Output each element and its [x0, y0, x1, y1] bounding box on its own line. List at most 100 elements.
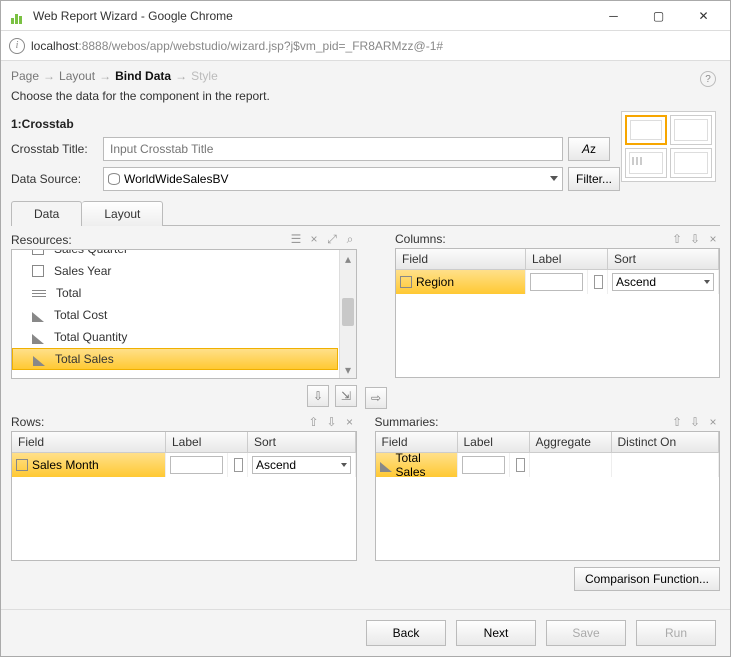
minimize-button[interactable]: ─	[591, 2, 636, 30]
scroll-down-icon[interactable]: ▾	[340, 361, 356, 378]
thumb-1[interactable]	[625, 115, 667, 145]
tabs: Data Layout	[11, 201, 720, 226]
resources-title: Resources:	[11, 233, 289, 247]
move-down-icon[interactable]: ⇩	[325, 415, 339, 429]
tree-collapse-icon[interactable]: ☰	[289, 232, 303, 247]
site-info-icon[interactable]: i	[9, 38, 25, 54]
table-row[interactable]: Region Ascend	[396, 270, 719, 294]
comparison-function-button[interactable]: Comparison Function...	[574, 567, 720, 591]
remove-icon[interactable]: ×	[343, 415, 357, 429]
app-icon	[11, 8, 27, 24]
tab-data[interactable]: Data	[11, 201, 82, 226]
instruction-text: Choose the data for the component in the…	[11, 89, 720, 103]
columns-title: Columns:	[395, 232, 670, 246]
col-label-header[interactable]: Label	[526, 249, 608, 270]
thumb-2[interactable]	[670, 115, 712, 145]
rows-grid: Field Label Sort Sales Month Ascend	[11, 431, 357, 561]
chevron-down-icon	[550, 176, 558, 181]
chevron-right-icon: →	[175, 69, 187, 83]
list-item[interactable]: Total Quantity	[54, 330, 127, 344]
row-label-header[interactable]: Label	[166, 432, 248, 453]
resources-list[interactable]: Sales Quarter Sales Year Total Total Cos…	[11, 249, 357, 379]
list-item[interactable]: Sales Year	[54, 264, 111, 278]
remove-icon[interactable]: ×	[307, 232, 321, 247]
sort-select[interactable]: Ascend	[612, 273, 714, 291]
summaries-grid: Field Label Aggregate Distinct On Total …	[375, 431, 721, 561]
label-input[interactable]	[170, 456, 223, 474]
filter-button[interactable]: Filter...	[568, 167, 620, 191]
url-host: localhost	[31, 39, 78, 53]
list-item[interactable]: Sales Quarter	[54, 249, 128, 256]
window-title: Web Report Wizard - Google Chrome	[33, 9, 591, 23]
sum-field-header[interactable]: Field	[376, 432, 458, 453]
sum-label-header[interactable]: Label	[458, 432, 530, 453]
font-button[interactable]: Az	[568, 137, 610, 161]
move-down-icon[interactable]: ⇩	[688, 415, 702, 429]
footer: Back Next Save Run	[1, 609, 730, 656]
tab-layout[interactable]: Layout	[82, 201, 163, 226]
maximize-button[interactable]: ▢	[636, 2, 681, 30]
table-row[interactable]: Total Sales	[376, 453, 720, 477]
label-input[interactable]	[530, 273, 583, 291]
run-button: Run	[636, 620, 716, 646]
columns-grid: Field Label Sort Region Ascend	[395, 248, 720, 378]
crosstab-title-input[interactable]	[103, 137, 563, 161]
thumb-4[interactable]	[670, 148, 712, 178]
scroll-up-icon[interactable]: ▴	[340, 250, 356, 267]
checkbox[interactable]	[594, 275, 603, 289]
table-row[interactable]: Sales Month Ascend	[12, 453, 356, 477]
move-up-icon[interactable]: ⇧	[307, 415, 321, 429]
sum-dist-header[interactable]: Distinct On	[612, 432, 720, 453]
content: ? Page → Layout → Bind Data → Style Choo…	[1, 61, 730, 609]
remove-icon[interactable]: ×	[706, 415, 720, 429]
move-down-icon[interactable]: ⇩	[688, 232, 702, 246]
data-source-label: Data Source:	[11, 172, 103, 186]
move-up-icon[interactable]: ⇧	[670, 232, 684, 246]
label-input[interactable]	[462, 456, 505, 474]
scroll-thumb[interactable]	[342, 298, 354, 326]
url-path: :8888/webos/app/webstudio/wizard.jsp?j$v…	[78, 39, 443, 53]
chevron-down-icon	[704, 280, 710, 284]
chevron-right-icon: →	[43, 69, 55, 83]
help-button[interactable]: ?	[700, 71, 716, 87]
move-down-button[interactable]: ⇩	[307, 385, 329, 407]
sort-select[interactable]: Ascend	[252, 456, 351, 474]
section-title: 1:Crosstab	[11, 117, 720, 131]
move-diag-button[interactable]: ⇲	[335, 385, 357, 407]
breadcrumb: Page → Layout → Bind Data → Style	[11, 69, 720, 83]
checkbox[interactable]	[516, 458, 525, 472]
search-icon[interactable]: ⌕	[343, 232, 357, 247]
cell-field: Sales Month	[32, 458, 99, 472]
col-field-header[interactable]: Field	[396, 249, 526, 270]
list-item[interactable]: Total Sales	[55, 352, 114, 366]
summaries-title: Summaries:	[375, 415, 671, 429]
chevron-right-icon: →	[99, 69, 111, 83]
col-sort-header[interactable]: Sort	[608, 249, 719, 270]
back-button[interactable]: Back	[366, 620, 446, 646]
expand-icon[interactable]: ⤢	[325, 232, 339, 247]
window: Web Report Wizard - Google Chrome ─ ▢ ✕ …	[0, 0, 731, 657]
transfer-arrows: ⇨	[365, 232, 387, 413]
move-up-icon[interactable]: ⇧	[670, 415, 684, 429]
rows-title: Rows:	[11, 415, 307, 429]
row-field-header[interactable]: Field	[12, 432, 166, 453]
move-right-button[interactable]: ⇨	[365, 387, 387, 409]
checkbox[interactable]	[234, 458, 243, 472]
thumb-3[interactable]	[625, 148, 667, 178]
cell-field: Total Sales	[396, 451, 453, 479]
next-button[interactable]: Next	[456, 620, 536, 646]
scrollbar[interactable]: ▴ ▾	[339, 250, 356, 378]
list-item[interactable]: Total	[56, 286, 81, 300]
crumb-page[interactable]: Page	[11, 69, 39, 83]
data-source-select[interactable]: WorldWideSalesBV	[103, 167, 563, 191]
row-sort-header[interactable]: Sort	[248, 432, 356, 453]
datasource-icon	[108, 173, 120, 185]
crumb-bind-data[interactable]: Bind Data	[115, 69, 171, 83]
crumb-layout[interactable]: Layout	[59, 69, 95, 83]
crosstab-title-label: Crosstab Title:	[11, 142, 103, 156]
remove-icon[interactable]: ×	[706, 232, 720, 246]
close-button[interactable]: ✕	[681, 2, 726, 30]
data-source-value: WorldWideSalesBV	[124, 172, 228, 186]
sum-agg-header[interactable]: Aggregate	[530, 432, 612, 453]
list-item[interactable]: Total Cost	[54, 308, 107, 322]
